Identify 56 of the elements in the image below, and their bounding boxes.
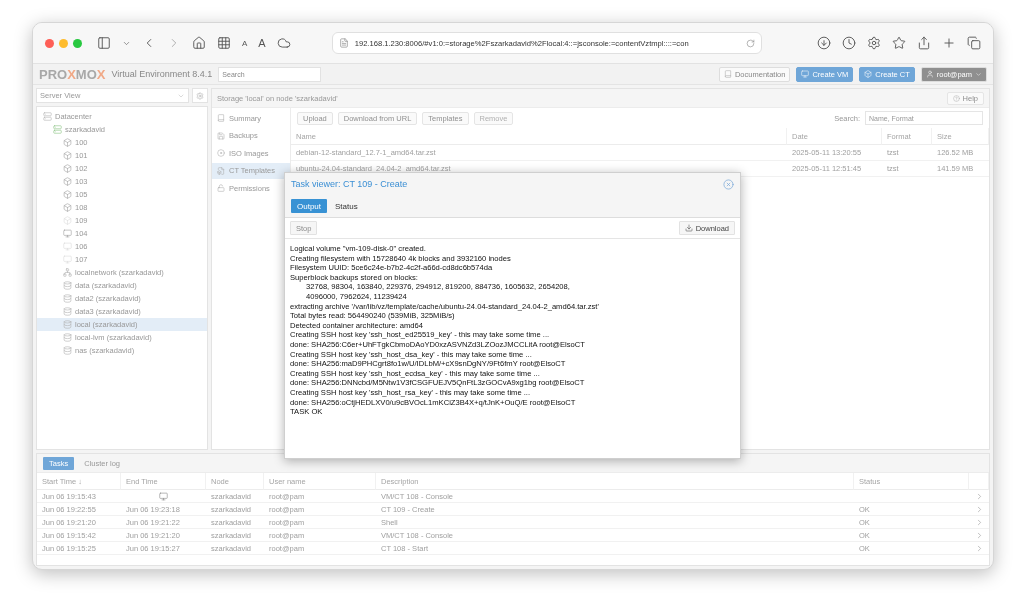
- chevron-down-icon: [975, 70, 982, 78]
- box-icon: [63, 138, 72, 147]
- settings-icon[interactable]: [867, 36, 881, 50]
- download-icon[interactable]: [817, 36, 831, 50]
- file-icon: [217, 166, 225, 175]
- close-icon[interactable]: [723, 178, 734, 190]
- disc-icon: [217, 149, 225, 157]
- tab[interactable]: Output: [291, 199, 327, 213]
- cloud-icon[interactable]: [276, 36, 291, 50]
- user-icon: [925, 70, 934, 78]
- minimize-button[interactable]: [59, 38, 68, 48]
- tabs-icon[interactable]: [967, 36, 981, 50]
- box-icon: [63, 151, 72, 160]
- database-icon: [63, 307, 72, 316]
- database-icon: [63, 294, 72, 303]
- share-icon[interactable]: [917, 36, 931, 50]
- grid-icon[interactable]: [217, 36, 231, 50]
- unlock-icon: [217, 184, 225, 192]
- monitor-icon: [63, 229, 72, 238]
- settings-icon: [196, 91, 204, 100]
- star-icon[interactable]: [892, 36, 906, 50]
- download-icon: [684, 224, 693, 232]
- box-icon: [63, 190, 72, 199]
- box-icon: [63, 216, 72, 225]
- monitor-icon: [801, 70, 810, 78]
- home-icon[interactable]: [192, 36, 206, 50]
- zoom-button[interactable]: [73, 38, 82, 48]
- new-tab-icon[interactable]: [942, 36, 956, 50]
- text-size-button[interactable]: A: [242, 38, 248, 48]
- monitor-icon: [63, 242, 72, 251]
- settings-button[interactable]: [192, 88, 208, 103]
- tab[interactable]: Status: [329, 199, 364, 213]
- server-icon: [43, 112, 52, 121]
- book-icon: [723, 70, 732, 78]
- book-icon: [217, 114, 225, 122]
- network-icon: [63, 268, 72, 277]
- database-icon: [63, 346, 72, 355]
- box-icon: [63, 177, 72, 186]
- dialog-title: Task viewer: CT 109 - Create: [291, 179, 408, 189]
- version-label: Virtual Environment 8.4.1: [111, 69, 213, 79]
- database-icon: [63, 281, 72, 290]
- sidebar-icon[interactable]: [97, 36, 111, 50]
- box-icon: [63, 164, 72, 173]
- close-button[interactable]: [45, 38, 54, 48]
- clock-icon[interactable]: [842, 36, 856, 50]
- monitor-icon: [63, 255, 72, 264]
- database-icon: [63, 333, 72, 342]
- reload-icon[interactable]: [745, 38, 755, 48]
- logo: PROXMOX: [39, 66, 106, 82]
- help-icon: [952, 94, 960, 102]
- box-icon: [864, 70, 873, 78]
- box-icon: [63, 203, 72, 212]
- server-icon: [53, 125, 62, 134]
- database-icon: [63, 320, 72, 329]
- page-icon: [338, 38, 349, 48]
- text-size-button[interactable]: A: [258, 37, 266, 49]
